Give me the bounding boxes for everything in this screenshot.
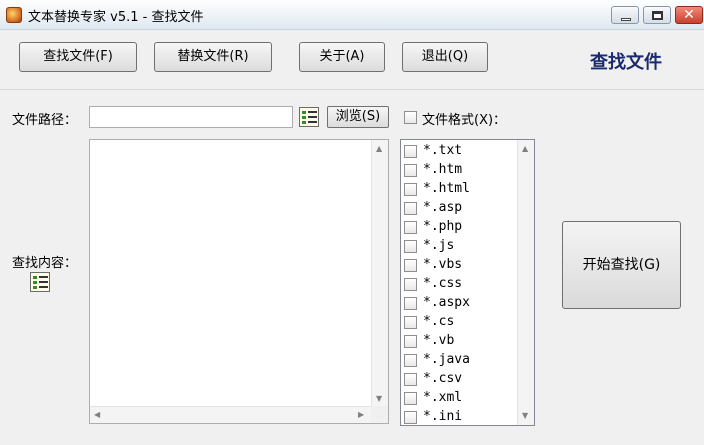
format-checkbox[interactable]	[404, 392, 417, 405]
list-item[interactable]: *.js	[403, 237, 517, 256]
scroll-right-icon[interactable]: ▶	[358, 410, 364, 420]
find-files-button[interactable]: 查找文件(F)	[19, 42, 137, 72]
format-label: *.html	[423, 181, 470, 196]
list-item[interactable]: *.vbs	[403, 256, 517, 275]
app-icon	[6, 7, 22, 23]
format-checkbox[interactable]	[404, 202, 417, 215]
format-label: *.js	[423, 238, 455, 253]
close-button[interactable]: ✕	[675, 6, 703, 24]
format-checkbox[interactable]	[404, 373, 417, 386]
format-label: *.vbs	[423, 257, 463, 272]
format-label: *.csv	[423, 371, 463, 386]
file-format-label: 文件格式(X)：	[422, 113, 507, 128]
about-button[interactable]: 关于(A)	[299, 42, 385, 72]
format-label: *.css	[423, 276, 463, 291]
title-bar: 文本替换专家 v5.1 - 查找文件 ✕	[0, 0, 704, 30]
format-checkbox[interactable]	[404, 411, 417, 424]
scroll-left-icon[interactable]: ◀	[94, 410, 100, 420]
start-search-button[interactable]: 开始查找(G)	[562, 221, 681, 309]
list-item[interactable]: *.asp	[403, 199, 517, 218]
exit-button[interactable]: 退出(Q)	[402, 42, 488, 72]
format-label: *.php	[423, 219, 463, 234]
file-path-input[interactable]	[89, 106, 293, 128]
toolbar: 查找文件(F) 替换文件(R) 关于(A) 退出(Q) 查找文件	[0, 30, 704, 90]
list-item[interactable]: *.cs	[403, 313, 517, 332]
format-label: *.java	[423, 352, 470, 367]
content-history-icon[interactable]	[30, 272, 50, 292]
window-title: 文本替换专家 v5.1 - 查找文件	[28, 10, 204, 25]
format-label: *.aspx	[423, 295, 470, 310]
list-item[interactable]: *.php	[403, 218, 517, 237]
page-title: 查找文件	[590, 52, 662, 73]
scroll-up-icon[interactable]: ▲	[376, 144, 382, 154]
list-item[interactable]: *.xml	[403, 389, 517, 408]
format-label: *.txt	[423, 143, 463, 158]
list-item[interactable]: *.txt	[403, 142, 517, 161]
file-format-checkbox[interactable]	[404, 111, 417, 124]
format-checkbox[interactable]	[404, 145, 417, 158]
format-checkbox[interactable]	[404, 221, 417, 234]
browse-button[interactable]: 浏览(S)	[327, 106, 389, 128]
search-content-textarea[interactable]: ▲ ▼ ◀ ▶	[89, 139, 389, 424]
maximize-button[interactable]	[643, 6, 671, 24]
content-horizontal-scrollbar[interactable]: ◀ ▶	[90, 406, 371, 423]
format-checkbox[interactable]	[404, 259, 417, 272]
format-label: *.vb	[423, 333, 455, 348]
list-item[interactable]: *.ini	[403, 408, 517, 427]
format-label: *.asp	[423, 200, 463, 215]
file-path-label: 文件路径：	[12, 113, 78, 128]
format-checkbox[interactable]	[404, 316, 417, 329]
format-label: *.cs	[423, 314, 455, 329]
format-label: *.xml	[423, 390, 463, 405]
list-item[interactable]: *.htm	[403, 161, 517, 180]
format-label: *.htm	[423, 162, 463, 177]
minimize-icon	[621, 18, 631, 21]
scroll-down-icon[interactable]: ▼	[376, 394, 382, 404]
format-checkbox[interactable]	[404, 240, 417, 253]
list-item[interactable]: *.css	[403, 275, 517, 294]
maximize-icon	[652, 11, 663, 20]
close-icon: ✕	[683, 7, 695, 23]
minimize-button[interactable]	[611, 6, 639, 24]
format-checkbox[interactable]	[404, 297, 417, 310]
scroll-corner	[371, 406, 388, 423]
format-checkbox[interactable]	[404, 354, 417, 367]
list-item[interactable]: *.csv	[403, 370, 517, 389]
format-checkbox[interactable]	[404, 164, 417, 177]
path-history-icon[interactable]	[299, 107, 319, 127]
replace-files-button[interactable]: 替换文件(R)	[154, 42, 272, 72]
format-label: *.ini	[423, 409, 463, 424]
content-vertical-scrollbar[interactable]: ▲ ▼	[371, 140, 388, 408]
list-scroll-down-icon[interactable]: ▼	[522, 411, 528, 421]
list-scroll-up-icon[interactable]: ▲	[522, 144, 528, 154]
search-content-label: 查找内容：	[12, 256, 78, 271]
list-item[interactable]: *.java	[403, 351, 517, 370]
format-list-scrollbar[interactable]: ▲ ▼	[517, 140, 534, 425]
file-format-list[interactable]: *.txt *.htm *.html *.asp *.php *.js *.vbs *.css…	[400, 139, 535, 426]
format-checkbox[interactable]	[404, 278, 417, 291]
list-item[interactable]: *.html	[403, 180, 517, 199]
list-item[interactable]: *.vb	[403, 332, 517, 351]
format-checkbox[interactable]	[404, 335, 417, 348]
list-item[interactable]: *.aspx	[403, 294, 517, 313]
format-checkbox[interactable]	[404, 183, 417, 196]
